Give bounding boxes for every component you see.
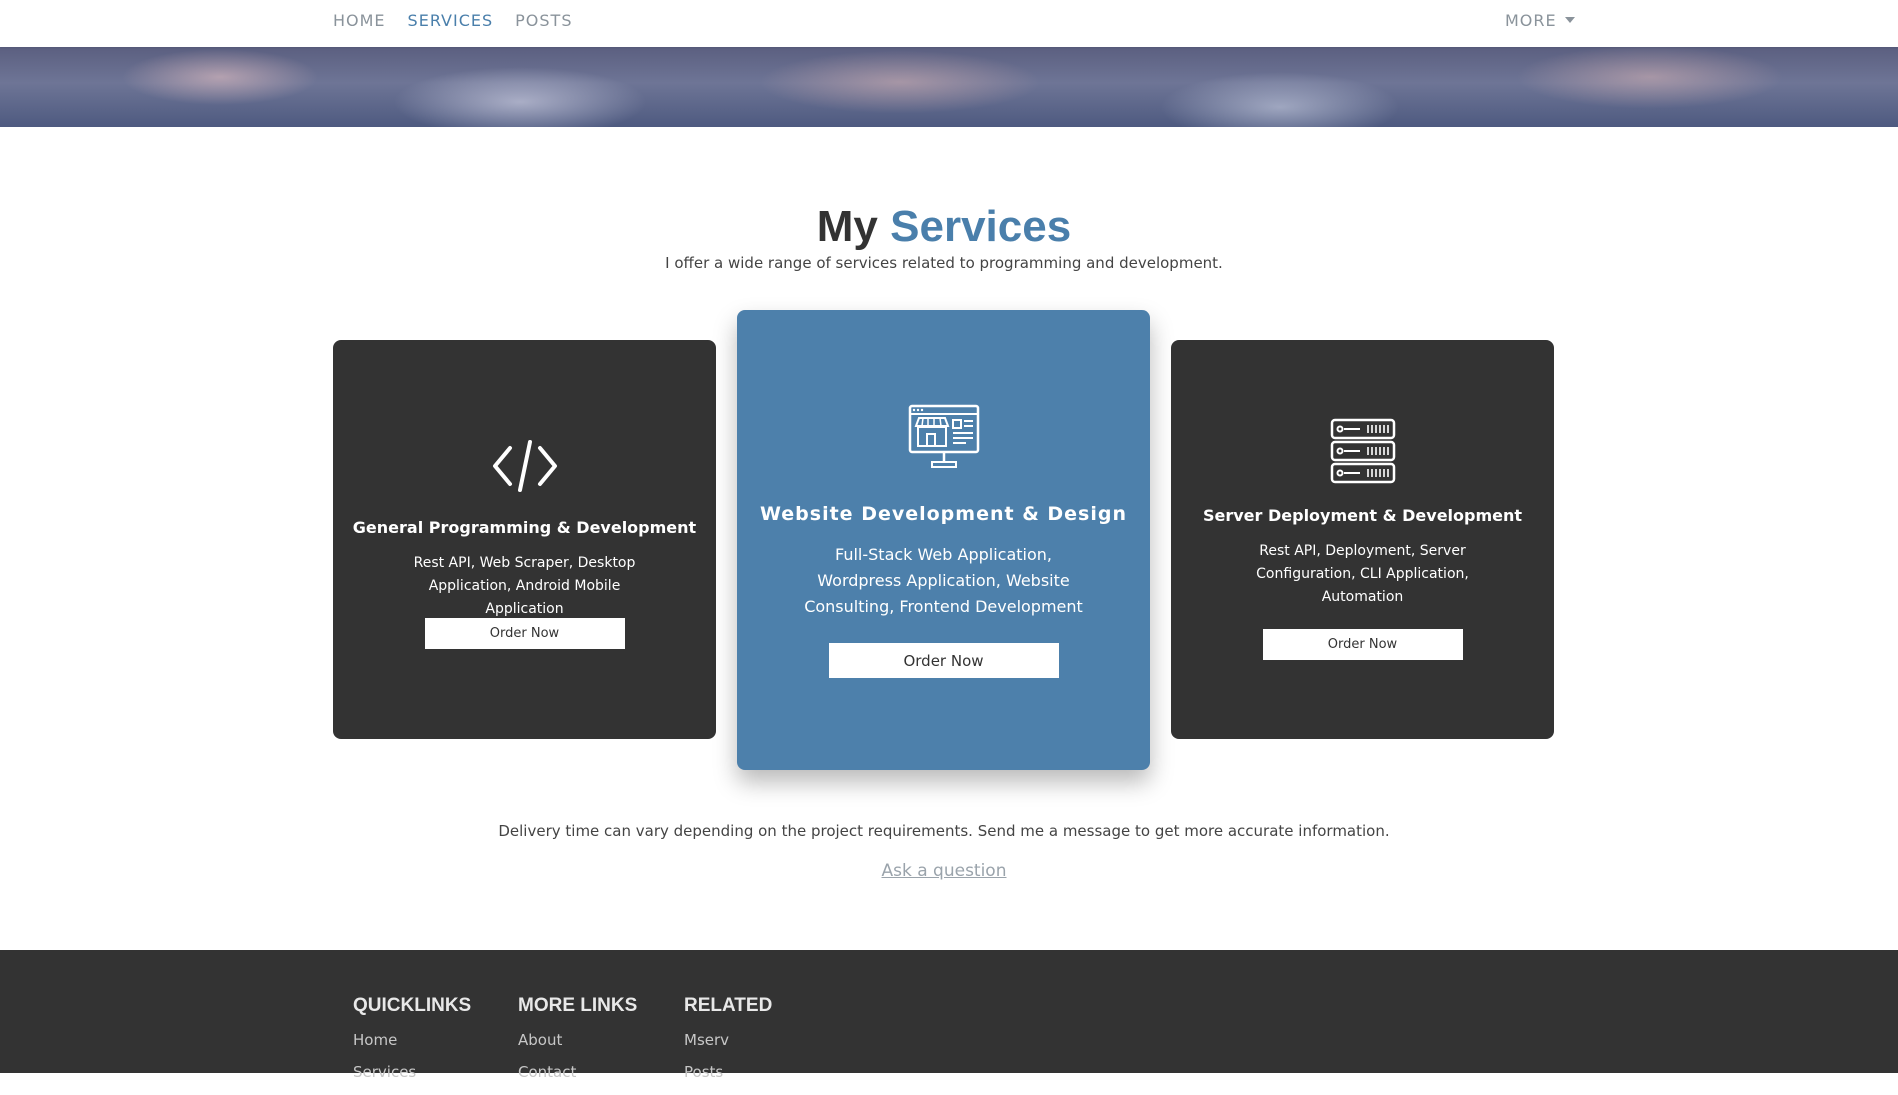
footer-link-about[interactable]: About	[518, 1031, 637, 1049]
nav-home-link[interactable]: HOME	[333, 11, 386, 30]
code-icon	[492, 440, 557, 492]
page-title-accent: Services	[890, 202, 1072, 251]
card-title: General Programming & Development	[352, 518, 697, 537]
order-now-button[interactable]: Order Now	[828, 643, 1059, 678]
order-now-button[interactable]: Order Now	[424, 618, 625, 649]
delivery-note: Delivery time can vary depending on the …	[498, 822, 1390, 840]
card-title: Website Development & Design	[760, 503, 1127, 525]
footer-link-services[interactable]: Services	[353, 1063, 471, 1081]
card-title: Server Deployment & Development	[1202, 506, 1523, 525]
top-navbar: HOME SERVICES POSTS MORE	[0, 0, 1898, 47]
site-footer: QUICKLINKS Home Services MORE LINKS Abou…	[0, 950, 1898, 1081]
service-card-programming: General Programming & Development Rest A…	[333, 340, 716, 739]
footer-heading: RELATED	[684, 995, 773, 1016]
card-description: Full-Stack Web Application, Wordpress Ap…	[804, 545, 1083, 616]
footer-column-related: RELATED Mserv Posts	[684, 995, 772, 1095]
page-title: My Services	[0, 202, 1888, 252]
ask-question-link[interactable]: Ask a question	[0, 861, 1888, 881]
footer-link-posts[interactable]: Posts	[684, 1063, 772, 1081]
nav-services-link[interactable]: SERVICES	[408, 11, 494, 30]
server-icon	[1330, 418, 1395, 484]
service-card-website: Website Development & Design Full-Stack …	[737, 310, 1150, 770]
footer-link-contact[interactable]: Contact	[518, 1063, 637, 1081]
footer-heading: MORE LINKS	[518, 995, 638, 1016]
storefront-monitor-icon	[908, 404, 979, 468]
hero-mountain-banner	[0, 47, 1898, 127]
page-title-plain: My	[816, 202, 891, 251]
nav-more-dropdown[interactable]: MORE	[1505, 0, 1575, 40]
nav-posts-link[interactable]: POSTS	[515, 11, 572, 30]
caret-down-icon	[1564, 17, 1575, 23]
footer-column-more-links: MORE LINKS About Contact	[518, 995, 637, 1095]
nav-links: HOME SERVICES POSTS	[333, 0, 572, 40]
service-card-server: Server Deployment & Development Rest API…	[1171, 340, 1554, 739]
footer-link-home[interactable]: Home	[353, 1031, 471, 1049]
card-description: Rest API, Web Scraper, Desktop Applicati…	[413, 555, 636, 617]
card-description: Rest API, Deployment, Server Configurati…	[1256, 543, 1469, 605]
footer-column-quicklinks: QUICKLINKS Home Services	[353, 995, 471, 1095]
footer-heading: QUICKLINKS	[353, 995, 472, 1016]
nav-more-label: MORE	[1505, 10, 1557, 30]
order-now-button[interactable]: Order Now	[1262, 629, 1463, 660]
footer-link-mserv[interactable]: Mserv	[684, 1031, 772, 1049]
page-subtitle: I offer a wide range of services related…	[665, 254, 1223, 272]
